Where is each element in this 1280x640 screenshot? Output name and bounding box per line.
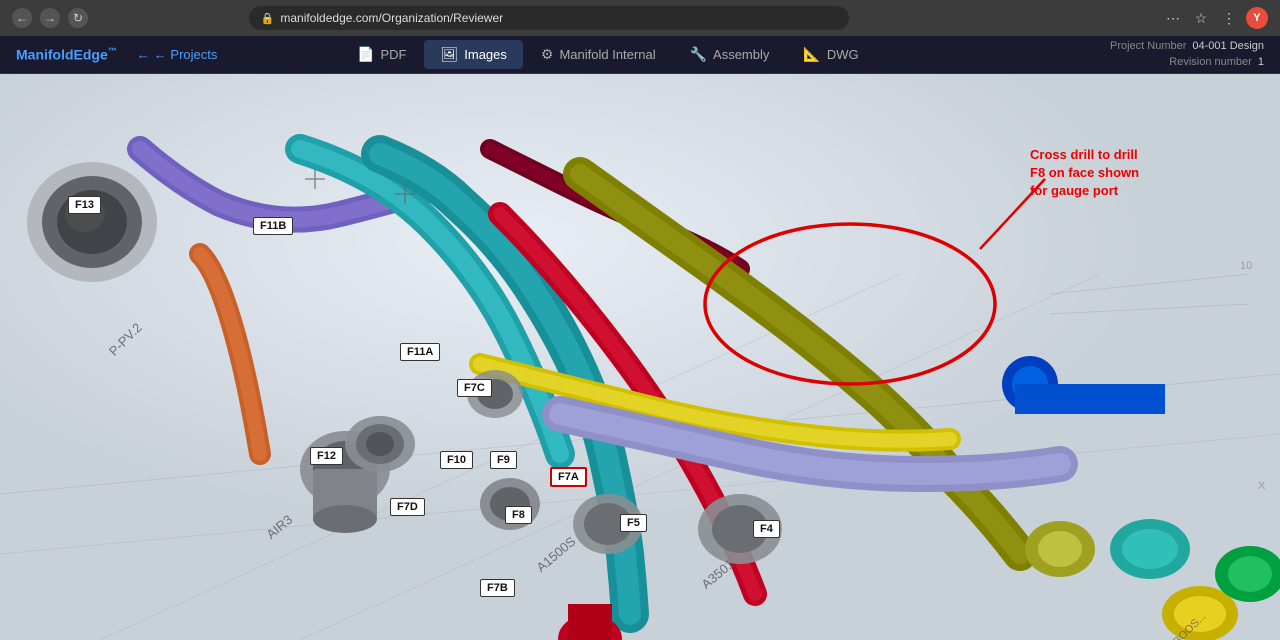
tab-dwg[interactable]: 📐 DWG (787, 40, 874, 69)
url-bar[interactable]: 🔒 manifoldedge.com/Organization/Reviewer (249, 6, 849, 30)
revision-number-label: Revision number (1169, 55, 1252, 70)
bookmark-button[interactable]: ☆ (1190, 7, 1212, 29)
back-arrow-icon: ← (137, 47, 150, 62)
pdf-icon: 📄 (357, 46, 374, 63)
label-F8[interactable]: F8 (505, 506, 532, 524)
url-text: manifoldedge.com/Organization/Reviewer (280, 11, 503, 25)
label-F7A[interactable]: F7A (550, 467, 587, 487)
tab-pdf-label: PDF (380, 47, 406, 62)
back-to-projects-button[interactable]: ← ← Projects (137, 47, 218, 62)
images-icon: 🖼 (440, 46, 458, 63)
dwg-icon: 📐 (803, 46, 820, 63)
label-F12[interactable]: F12 (310, 447, 343, 465)
nav-reload-button[interactable]: ↻ (68, 8, 88, 28)
label-F11B[interactable]: F11B (253, 217, 293, 235)
tab-images-label: Images (464, 47, 507, 62)
app-bar: ManifoldEdge™ ← ← Projects 📄 PDF 🖼 Image… (0, 36, 1280, 74)
settings-button[interactable]: ⋮ (1218, 7, 1240, 29)
label-F9[interactable]: F9 (490, 451, 517, 469)
back-label: ← Projects (154, 47, 218, 62)
label-F7D[interactable]: F7D (390, 498, 425, 516)
label-F13[interactable]: F13 (68, 196, 101, 214)
project-info: Project Number 04-001 Design Revision nu… (1110, 39, 1264, 70)
assembly-icon: 🔧 (690, 46, 707, 63)
browser-chrome: ← → ↻ 🔒 manifoldedge.com/Organization/Re… (0, 0, 1280, 36)
tab-manifold-internal-label: Manifold Internal (559, 47, 655, 62)
revision-number-value: 1 (1258, 55, 1264, 70)
project-number-value: 04-001 Design (1192, 39, 1264, 54)
extensions-button[interactable]: ⋯ (1162, 7, 1184, 29)
label-F7B[interactable]: F7B (480, 579, 515, 597)
label-F7C[interactable]: F7C (457, 379, 492, 397)
tab-pdf[interactable]: 📄 PDF (341, 40, 422, 69)
browser-actions: ⋯ ☆ ⋮ Y (1162, 7, 1268, 29)
user-avatar[interactable]: Y (1246, 7, 1268, 29)
tab-assembly[interactable]: 🔧 Assembly (674, 40, 786, 69)
cad-viewport[interactable]: 10 X P-PV.2 AIR3 A1500S A3501 X_BOOS... … (0, 74, 1280, 640)
tab-assembly-label: Assembly (713, 47, 769, 62)
label-F10[interactable]: F10 (440, 451, 473, 469)
tab-images[interactable]: 🖼 Images (424, 40, 522, 69)
label-F5[interactable]: F5 (620, 514, 647, 532)
lock-icon: 🔒 (261, 12, 275, 25)
annotation-text: Cross drill to drillF8 on face shownfor … (1030, 146, 1139, 201)
tab-dwg-label: DWG (827, 47, 859, 62)
label-F11A[interactable]: F11A (400, 343, 440, 361)
project-number-label: Project Number (1110, 39, 1186, 54)
tab-manifold-internal[interactable]: ⚙ Manifold Internal (525, 40, 672, 69)
nav-forward-button[interactable]: → (40, 8, 60, 28)
app-logo: ManifoldEdge™ (16, 46, 117, 63)
nav-tabs: 📄 PDF 🖼 Images ⚙ Manifold Internal 🔧 Ass… (341, 40, 875, 69)
svg-text:X: X (1258, 480, 1266, 492)
svg-text:10: 10 (1240, 260, 1252, 272)
label-F4[interactable]: F4 (753, 520, 780, 538)
manifold-internal-icon: ⚙ (541, 46, 554, 63)
main-content: 10 X P-PV.2 AIR3 A1500S A3501 X_BOOS... … (0, 74, 1280, 640)
nav-back-button[interactable]: ← (12, 8, 32, 28)
